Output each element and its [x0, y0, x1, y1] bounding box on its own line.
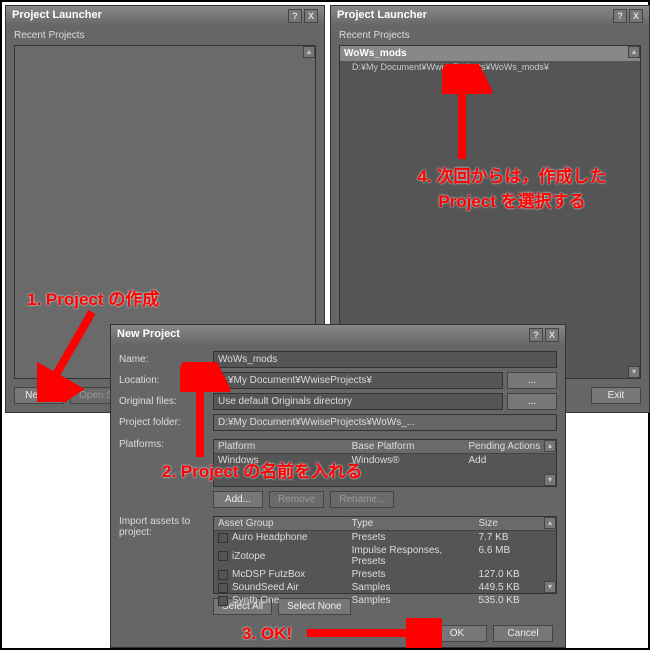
window-title: Project Launcher — [12, 9, 102, 23]
table-row[interactable]: SoundSeed AirSamples449.5 KB — [214, 581, 556, 594]
scroll-down-icon[interactable]: ▾ — [544, 474, 556, 486]
exit-button[interactable]: Exit — [591, 387, 641, 404]
scroll-down-icon[interactable]: ▾ — [544, 581, 556, 593]
remove-platform-button: Remove — [269, 491, 324, 508]
scroll-up-icon[interactable]: ▴ — [628, 46, 640, 58]
checkbox-icon[interactable] — [218, 551, 228, 561]
platforms-table[interactable]: Platform Base Platform Pending Actions W… — [213, 439, 557, 487]
scroll-up-icon[interactable]: ▴ — [544, 440, 556, 452]
table-row: Windows Windows® Add — [214, 454, 556, 467]
browse-button[interactable]: ... — [507, 372, 557, 389]
col-pending: Pending Actions — [468, 441, 552, 452]
recent-projects-label: Recent Projects — [331, 26, 649, 45]
table-row[interactable]: Auro HeadphonePresets7.7 KB — [214, 531, 556, 544]
name-field[interactable]: WoWs_mods — [213, 351, 557, 368]
cancel-button[interactable]: Cancel — [493, 625, 553, 642]
list-item-path: D:¥My Document¥WwiseProjects¥WoWs_mods¥ — [340, 61, 640, 73]
new-project-dialog: New Project ? X Name: WoWs_mods Location… — [110, 324, 566, 648]
checkbox-icon[interactable] — [218, 533, 228, 543]
col-size: Size — [479, 518, 552, 529]
titlebar: New Project ? X — [111, 325, 565, 345]
location-field[interactable]: D:¥My Document¥WwiseProjects¥ — [213, 372, 503, 389]
close-icon[interactable]: X — [629, 9, 643, 23]
platforms-label: Platforms: — [119, 439, 209, 450]
project-folder-label: Project folder: — [119, 417, 209, 428]
close-icon[interactable]: X — [545, 328, 559, 342]
help-icon[interactable]: ? — [529, 328, 543, 342]
location-label: Location: — [119, 375, 209, 386]
name-label: Name: — [119, 354, 209, 365]
project-folder-value: D:¥My Document¥WwiseProjects¥WoWs_... — [213, 414, 557, 431]
list-item[interactable]: WoWs_mods — [340, 46, 640, 61]
checkbox-icon[interactable] — [218, 596, 228, 606]
table-row[interactable]: iZotopeImpulse Responses, Presets6.6 MB — [214, 544, 556, 568]
col-platform: Platform — [218, 441, 352, 452]
ok-button[interactable]: OK — [427, 625, 487, 642]
table-row[interactable]: Synth OneSamples535.0 KB — [214, 594, 556, 607]
window-title: New Project — [117, 328, 180, 342]
col-asset-group: Asset Group — [218, 518, 352, 529]
rename-platform-button: Rename... — [330, 491, 394, 508]
help-icon[interactable]: ? — [613, 9, 627, 23]
scroll-down-icon[interactable]: ▾ — [628, 366, 640, 378]
add-platform-button[interactable]: Add... — [213, 491, 263, 508]
scroll-up-icon[interactable]: ▴ — [303, 46, 315, 58]
col-type: Type — [352, 518, 479, 529]
browse-button[interactable]: ... — [507, 393, 557, 410]
new-button[interactable]: New... — [14, 387, 64, 404]
import-assets-label: Import assets to project: — [119, 516, 209, 538]
titlebar: Project Launcher ? X — [331, 6, 649, 26]
original-files-label: Original files: — [119, 396, 209, 407]
help-icon[interactable]: ? — [288, 9, 302, 23]
checkbox-icon[interactable] — [218, 583, 228, 593]
close-icon[interactable]: X — [304, 9, 318, 23]
checkbox-icon[interactable] — [218, 570, 228, 580]
col-base-platform: Base Platform — [352, 441, 469, 452]
recent-projects-label: Recent Projects — [6, 26, 324, 45]
assets-table[interactable]: Asset Group Type Size Auro HeadphonePres… — [213, 516, 557, 594]
original-files-field[interactable]: Use default Originals directory — [213, 393, 503, 410]
window-title: Project Launcher — [337, 9, 427, 23]
table-row[interactable]: McDSP FutzBoxPresets127.0 KB — [214, 568, 556, 581]
scroll-up-icon[interactable]: ▴ — [544, 517, 556, 529]
titlebar: Project Launcher ? X — [6, 6, 324, 26]
